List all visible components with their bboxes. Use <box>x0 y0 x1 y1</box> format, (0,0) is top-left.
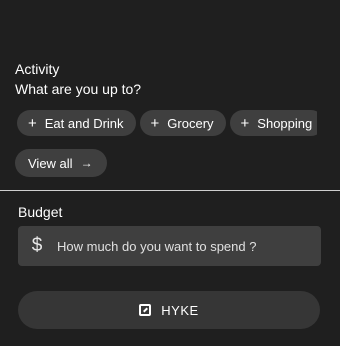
chip-shopping[interactable]: + Shopping <box>229 110 317 136</box>
section-divider <box>0 190 340 191</box>
budget-input[interactable] <box>57 238 307 254</box>
activity-subtitle: What are you up to? <box>15 81 142 97</box>
activity-chips: + Eat and Drink + Grocery + Shopping <box>17 110 317 136</box>
budget-field[interactable]: $ <box>18 226 321 266</box>
hyke-logo-icon <box>139 304 152 316</box>
chip-grocery[interactable]: + Grocery <box>139 110 226 136</box>
dollar-icon: $ <box>31 235 43 256</box>
view-all-button[interactable]: View all → <box>15 149 107 177</box>
chip-label: Eat and Drink <box>44 115 124 131</box>
screen: Activity What are you up to? + Eat and D… <box>0 0 340 346</box>
plus-icon: + <box>28 114 37 132</box>
chip-label: Grocery <box>167 115 214 131</box>
hyke-submit-button[interactable]: HYKE <box>18 291 320 329</box>
plus-icon: + <box>240 114 250 132</box>
view-all-label: View all <box>28 155 73 171</box>
arrow-right-icon: → <box>80 156 93 170</box>
activity-section: Activity What are you up to? + Eat and D… <box>15 60 340 177</box>
activity-title: Activity <box>15 61 60 77</box>
chip-eat-and-drink[interactable]: + Eat and Drink <box>17 110 136 136</box>
chip-label: Shopping <box>257 115 313 131</box>
plus-icon: + <box>150 114 160 132</box>
hyke-button-label: HYKE <box>161 302 199 318</box>
budget-title: Budget <box>18 204 63 220</box>
